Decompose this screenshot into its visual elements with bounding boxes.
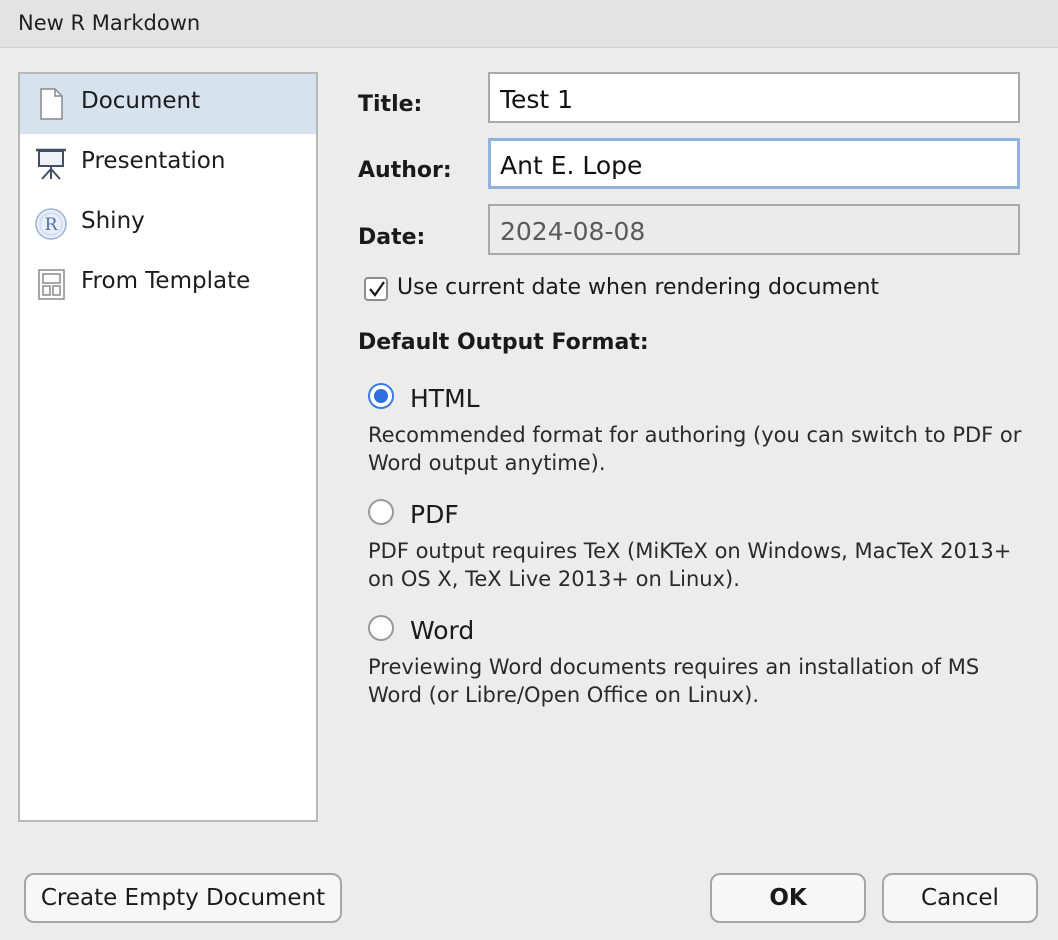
radio-html[interactable] (368, 383, 394, 409)
sidebar-item-label: Shiny (81, 208, 145, 234)
date-label: Date: (358, 225, 426, 250)
use-current-date-checkbox[interactable] (364, 277, 388, 301)
output-format-heading: Default Output Format: (358, 330, 649, 355)
radio-word-label[interactable]: Word (410, 616, 474, 645)
sidebar-item-label: Document (81, 88, 201, 114)
use-current-date-label[interactable]: Use current date when rendering document (397, 275, 879, 300)
checkmark-icon (369, 281, 385, 297)
svg-text:R: R (45, 215, 59, 235)
sidebar-item-label: Presentation (81, 148, 226, 174)
radio-html-description: Recommended format for authoring (you ca… (368, 423, 1022, 475)
template-icon (34, 267, 68, 301)
radio-html-label[interactable]: HTML (410, 384, 480, 413)
sidebar-item-from-template[interactable]: From Template (20, 254, 316, 314)
radio-word-description: Previewing Word documents requires an in… (368, 655, 980, 707)
document-icon (34, 87, 68, 121)
sidebar-item-shiny[interactable]: R Shiny (20, 194, 316, 254)
template-type-list: Document Presentation R Shiny From Templ… (18, 72, 318, 822)
radio-word[interactable] (368, 615, 394, 641)
create-empty-document-button[interactable]: Create Empty Document (24, 873, 342, 923)
radio-pdf-description: PDF output requires TeX (MiKTeX on Windo… (368, 539, 1012, 591)
presentation-easel-icon (34, 147, 68, 181)
sidebar-item-document[interactable]: Document (20, 74, 316, 134)
radio-pdf-label[interactable]: PDF (410, 500, 459, 529)
cancel-button[interactable]: Cancel (882, 873, 1038, 923)
ok-button[interactable]: OK (710, 873, 866, 923)
title-label: Title: (358, 92, 423, 117)
author-label: Author: (358, 158, 452, 183)
radio-pdf[interactable] (368, 499, 394, 525)
author-input[interactable]: Ant E. Lope (488, 138, 1020, 189)
shiny-r-logo-icon: R (34, 207, 68, 241)
title-bar: New R Markdown (0, 0, 1058, 48)
title-input[interactable]: Test 1 (488, 72, 1020, 123)
sidebar-item-presentation[interactable]: Presentation (20, 134, 316, 194)
window-title: New R Markdown (18, 11, 201, 35)
sidebar-item-label: From Template (81, 268, 251, 294)
date-input: 2024-08-08 (488, 204, 1020, 255)
